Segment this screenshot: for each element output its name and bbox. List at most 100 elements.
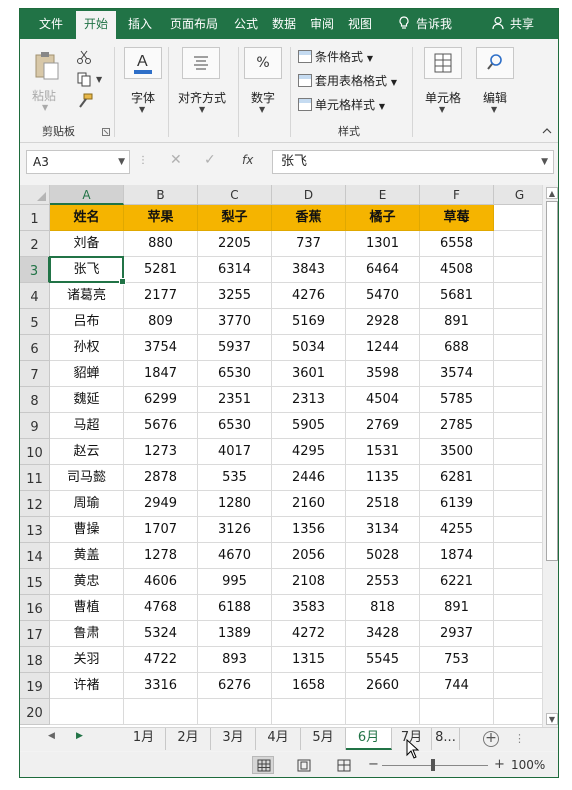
table-cell[interactable]: 4508 [420, 257, 494, 283]
table-cell[interactable]: 4504 [346, 387, 420, 413]
table-cell[interactable]: 吕布 [50, 309, 124, 335]
next-sheet-icon[interactable]: ▶ [76, 731, 83, 741]
table-cell[interactable]: 3843 [272, 257, 346, 283]
table-cell[interactable]: 809 [124, 309, 198, 335]
table-cell[interactable]: 1301 [346, 231, 420, 257]
column-header-g[interactable]: G [494, 185, 546, 205]
table-cell[interactable]: 3598 [346, 361, 420, 387]
table-cell[interactable]: 744 [420, 673, 494, 699]
table-cell[interactable]: 5937 [198, 335, 272, 361]
table-cell[interactable]: 2878 [124, 465, 198, 491]
row-header-19[interactable]: 19 [20, 673, 50, 699]
table-cell[interactable] [50, 699, 124, 725]
table-cell[interactable]: 2177 [124, 283, 198, 309]
row-header-18[interactable]: 18 [20, 647, 50, 673]
table-cell[interactable] [494, 595, 546, 621]
table-cell[interactable]: 6464 [346, 257, 420, 283]
add-sheet-icon[interactable]: + [483, 731, 499, 747]
column-header-f[interactable]: F [420, 185, 494, 205]
page-layout-view-button[interactable] [292, 756, 314, 774]
table-cell[interactable]: 2949 [124, 491, 198, 517]
insert-function-icon[interactable]: fx [242, 153, 253, 167]
table-cell[interactable]: 5028 [346, 543, 420, 569]
table-cell[interactable] [494, 439, 546, 465]
table-cell[interactable]: 2108 [272, 569, 346, 595]
table-cell[interactable]: 4606 [124, 569, 198, 595]
sheet-tab[interactable]: 3月 [211, 728, 256, 750]
table-cell[interactable]: 曹植 [50, 595, 124, 621]
worksheet-grid[interactable]: A B C D E F G 1 2 3 4 5 6 7 8 9 10 11 12 13 14 15 16 17 18 19 20 姓名… [20, 185, 558, 727]
formula-input[interactable]: 张飞 ▼ [272, 150, 554, 174]
table-cell[interactable]: 4017 [198, 439, 272, 465]
table-cell[interactable]: 5169 [272, 309, 346, 335]
table-cell[interactable] [494, 309, 546, 335]
row-header-9[interactable]: 9 [20, 413, 50, 439]
table-cell[interactable]: 2937 [420, 621, 494, 647]
column-header-e[interactable]: E [346, 185, 420, 205]
table-cell[interactable]: 3574 [420, 361, 494, 387]
table-cell[interactable]: 3126 [198, 517, 272, 543]
row-header-11[interactable]: 11 [20, 465, 50, 491]
row-header-1[interactable]: 1 [20, 205, 50, 231]
table-cell[interactable]: 6139 [420, 491, 494, 517]
row-header-4[interactable]: 4 [20, 283, 50, 309]
sheet-tab[interactable]: 4月 [256, 728, 301, 750]
table-cell[interactable] [124, 699, 198, 725]
cut-icon[interactable] [76, 49, 92, 65]
table-cell[interactable]: 5470 [346, 283, 420, 309]
table-cell[interactable]: 关羽 [50, 647, 124, 673]
tab-data[interactable]: 数据 [266, 9, 302, 39]
table-cell[interactable] [494, 465, 546, 491]
table-cell[interactable]: 6281 [420, 465, 494, 491]
table-cell[interactable]: 2928 [346, 309, 420, 335]
table-cell[interactable] [494, 413, 546, 439]
table-cell[interactable]: 995 [198, 569, 272, 595]
table-cell[interactable] [494, 387, 546, 413]
editing-button[interactable] [476, 47, 514, 79]
column-header-c[interactable]: C [198, 185, 272, 205]
table-cell[interactable] [494, 257, 546, 283]
table-cell[interactable]: 3500 [420, 439, 494, 465]
table-cell[interactable] [272, 699, 346, 725]
table-cell[interactable]: 5034 [272, 335, 346, 361]
table-cell[interactable]: 5324 [124, 621, 198, 647]
table-cell[interactable]: 6314 [198, 257, 272, 283]
table-cell[interactable]: 880 [124, 231, 198, 257]
tab-page-layout[interactable]: 页面布局 [162, 9, 226, 39]
table-cell[interactable]: 2160 [272, 491, 346, 517]
table-cell[interactable]: 5676 [124, 413, 198, 439]
table-cell[interactable]: 891 [420, 595, 494, 621]
table-cell[interactable]: 737 [272, 231, 346, 257]
copy-caret-icon[interactable]: ▼ [96, 75, 102, 84]
table-cell[interactable]: 3316 [124, 673, 198, 699]
table-cell[interactable]: 1389 [198, 621, 272, 647]
paste-button[interactable]: 粘贴 ▼ [32, 49, 62, 112]
table-cell[interactable]: 诸葛亮 [50, 283, 124, 309]
vertical-scrollbar[interactable]: ▲ ▼ [542, 185, 558, 727]
table-cell[interactable]: 6299 [124, 387, 198, 413]
column-header-d[interactable]: D [272, 185, 346, 205]
table-cell[interactable]: 张飞 [50, 257, 124, 283]
table-cell[interactable]: 2313 [272, 387, 346, 413]
table-cell[interactable]: 2785 [420, 413, 494, 439]
table-cell[interactable]: 1315 [272, 647, 346, 673]
table-cell[interactable]: 1847 [124, 361, 198, 387]
table-header-cell[interactable]: 梨子 [198, 205, 272, 231]
tab-review[interactable]: 审阅 [304, 9, 340, 39]
sheet-tab[interactable]: 2月 [166, 728, 211, 750]
table-cell[interactable] [420, 699, 494, 725]
table-cell[interactable]: 2205 [198, 231, 272, 257]
tab-home[interactable]: 开始 [76, 11, 116, 41]
tab-formulas[interactable]: 公式 [228, 9, 264, 39]
row-header-14[interactable]: 14 [20, 543, 50, 569]
table-cell[interactable]: 4722 [124, 647, 198, 673]
zoom-level[interactable]: 100% [511, 758, 545, 772]
chevron-down-icon[interactable]: ▼ [118, 151, 125, 173]
table-cell[interactable]: 司马懿 [50, 465, 124, 491]
table-cell[interactable]: 周瑜 [50, 491, 124, 517]
table-cell[interactable]: 4255 [420, 517, 494, 543]
table-cell[interactable]: 1658 [272, 673, 346, 699]
table-cell[interactable]: 孙权 [50, 335, 124, 361]
table-cell[interactable]: 1135 [346, 465, 420, 491]
tell-me-box[interactable]: 告诉我 [398, 9, 452, 39]
